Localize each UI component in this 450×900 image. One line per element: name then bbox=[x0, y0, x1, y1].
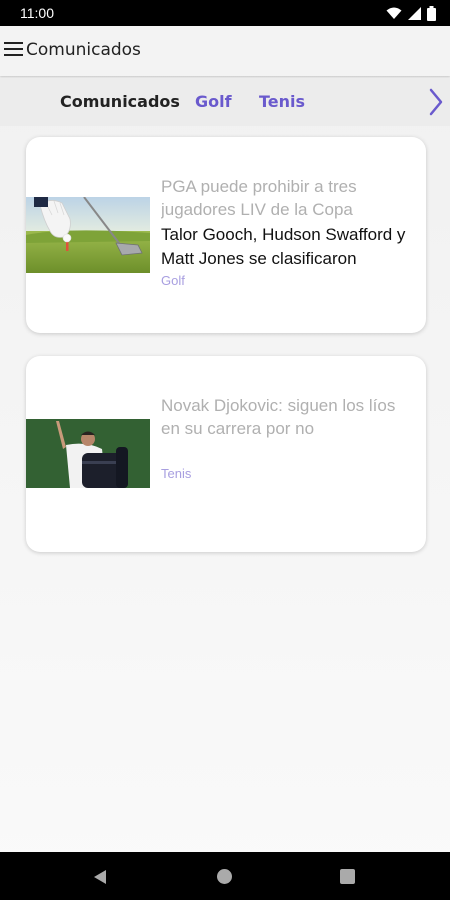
menu-icon[interactable] bbox=[4, 42, 24, 58]
app-bar: Comunicados bbox=[0, 26, 450, 76]
recents-icon[interactable] bbox=[340, 869, 355, 884]
status-bar: 11:00 bbox=[0, 0, 450, 26]
article-card-golf[interactable]: PGA puede prohibir a tres jugadores LIV … bbox=[26, 137, 426, 333]
tab-golf[interactable]: Golf bbox=[195, 92, 232, 111]
article-image-tenis bbox=[26, 419, 150, 488]
chevron-right-icon[interactable] bbox=[428, 88, 444, 120]
article-card-tenis[interactable]: Novak Djokovic: siguen los líos en su ca… bbox=[26, 356, 426, 552]
status-icons bbox=[386, 6, 436, 21]
cellular-icon bbox=[408, 7, 421, 20]
back-icon[interactable] bbox=[92, 869, 108, 889]
wifi-icon bbox=[386, 7, 402, 20]
article-headline: PGA puede prohibir a tres jugadores LIV … bbox=[161, 177, 357, 219]
article-image-golf bbox=[26, 196, 150, 273]
status-time: 11:00 bbox=[20, 5, 54, 21]
tab-tenis[interactable]: Tenis bbox=[259, 92, 305, 111]
battery-icon bbox=[427, 6, 436, 21]
article-summary: Talor Gooch, Hudson Swafford y Matt Jone… bbox=[161, 225, 406, 268]
page-title: Comunicados bbox=[26, 40, 141, 60]
article-category[interactable]: Tenis bbox=[161, 466, 416, 481]
category-tabs: Comunicados Golf Tenis bbox=[0, 78, 450, 126]
article-headline: Novak Djokovic: siguen los líos en su ca… bbox=[161, 396, 396, 438]
article-text: PGA puede prohibir a tres jugadores LIV … bbox=[161, 175, 416, 288]
article-text: Novak Djokovic: siguen los líos en su ca… bbox=[161, 394, 416, 481]
tab-comunicados[interactable]: Comunicados bbox=[60, 92, 180, 111]
system-nav-bar bbox=[0, 852, 450, 900]
screen: 11:00 Comunicados Comunicados Golf Tenis bbox=[0, 0, 450, 900]
home-icon[interactable] bbox=[217, 869, 232, 884]
article-category[interactable]: Golf bbox=[161, 273, 416, 288]
